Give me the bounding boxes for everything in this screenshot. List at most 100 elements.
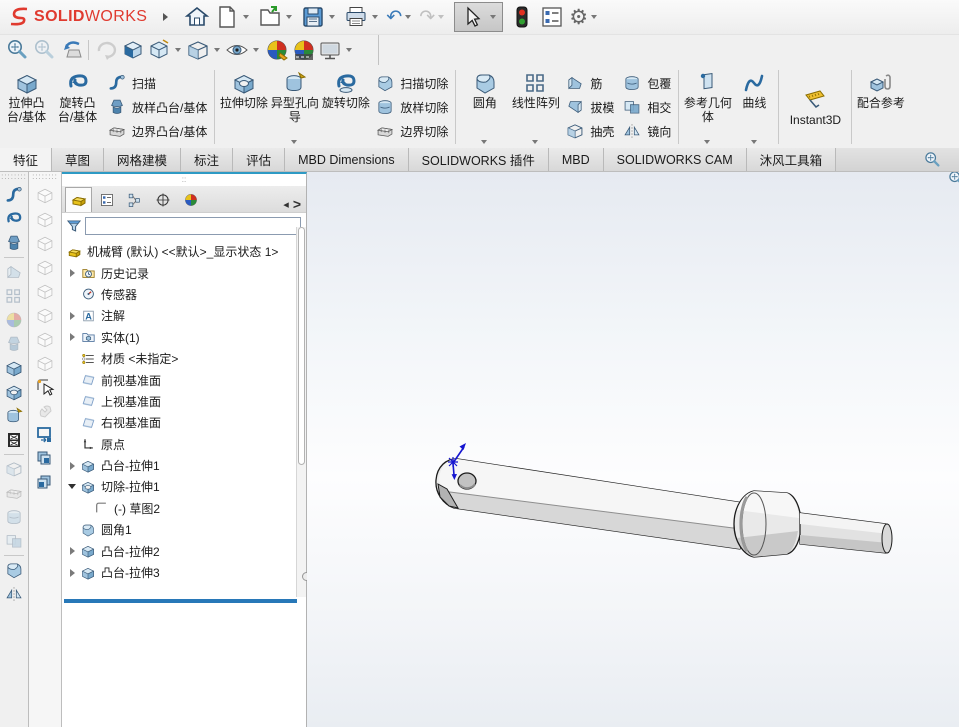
mirror-button[interactable]: 镜向 bbox=[622, 120, 671, 142]
tree-item-sketch2[interactable]: (-) 草图2 bbox=[65, 498, 306, 519]
panel-grip[interactable]: :: bbox=[62, 174, 306, 186]
mate-reference-button[interactable]: 配合参考 bbox=[855, 66, 906, 148]
expander[interactable] bbox=[65, 547, 79, 556]
print-dropdown[interactable] bbox=[372, 15, 379, 19]
tree-item-boss-extrude3[interactable]: 凸台-拉伸3 bbox=[65, 562, 306, 583]
expander[interactable] bbox=[65, 269, 79, 278]
fm-tab-scroll-left[interactable]: ◂ bbox=[283, 198, 289, 211]
tab-mbd[interactable]: MBD bbox=[548, 148, 604, 171]
magnifier-tool-button[interactable] bbox=[923, 148, 943, 171]
undo-button[interactable]: ↶ bbox=[384, 3, 417, 31]
toolbar-mirror-icon[interactable] bbox=[2, 582, 26, 606]
toolbar-revolve-icon[interactable] bbox=[2, 207, 26, 231]
reference-geometry-button[interactable]: 参考几何体 bbox=[682, 66, 733, 148]
linear-pattern-button[interactable]: 线性阵列 bbox=[510, 66, 561, 148]
hole-wizard-button[interactable]: 异型孔向导 bbox=[269, 66, 320, 148]
featuremanager-tab[interactable] bbox=[65, 187, 92, 212]
extruded-cut-button[interactable]: 拉伸切除 bbox=[218, 66, 269, 148]
save-dropdown[interactable] bbox=[329, 15, 336, 19]
tab-evaluate[interactable]: 评估 bbox=[233, 148, 286, 171]
toolbar-grip[interactable]: :::::::: bbox=[1, 173, 27, 181]
view-orientation-dropdown[interactable] bbox=[175, 48, 181, 52]
intersect-button[interactable]: 相交 bbox=[622, 96, 671, 118]
redo-button[interactable]: ↷ bbox=[417, 3, 450, 31]
swept-cut-button[interactable]: 扫描切除 bbox=[375, 72, 448, 94]
tab-sketch[interactable]: 草图 bbox=[52, 148, 105, 171]
displaymanager-tab[interactable] bbox=[177, 187, 204, 212]
hole-wizard-dropdown[interactable] bbox=[291, 140, 298, 144]
select-area-icon[interactable] bbox=[33, 423, 57, 447]
fillet-dropdown[interactable] bbox=[481, 140, 488, 144]
toolbar-fillet-icon[interactable] bbox=[2, 558, 26, 582]
tree-item-fillet1[interactable]: 圆角1 bbox=[65, 519, 306, 540]
graphics-viewport[interactable] bbox=[307, 172, 959, 727]
settings-button[interactable]: ⚙ bbox=[567, 3, 603, 31]
display-style-button[interactable] bbox=[185, 37, 224, 63]
tree-item-origin[interactable]: 原点 bbox=[65, 434, 306, 455]
tab-mufeng-toolbox[interactable]: 沐风工具箱 bbox=[746, 148, 837, 171]
lofted-boss-button[interactable]: 放样凸台/基体 bbox=[107, 96, 207, 118]
expander[interactable] bbox=[65, 461, 79, 470]
toolbar-loft-icon[interactable] bbox=[2, 231, 26, 255]
revolved-boss-button[interactable]: 旋转凸台/基体 bbox=[52, 66, 103, 148]
curves-button[interactable]: 曲线 bbox=[733, 66, 775, 148]
tab-mbd-dimensions[interactable]: MBD Dimensions bbox=[285, 148, 409, 171]
apply-scene-button[interactable] bbox=[290, 37, 317, 63]
tree-filter-input[interactable] bbox=[85, 217, 301, 235]
save-button[interactable] bbox=[298, 3, 341, 31]
tab-solidworks-addins[interactable]: SOLIDWORKS 插件 bbox=[408, 148, 549, 171]
revolved-cut-button[interactable]: 旋转切除 bbox=[320, 66, 371, 148]
tree-item-history[interactable]: 历史记录 bbox=[65, 262, 306, 283]
previous-view-button[interactable] bbox=[58, 37, 85, 63]
tree-root[interactable]: 机械臂 (默认) <<默认>_显示状态 1> bbox=[65, 241, 306, 262]
tab-markup[interactable]: 标注 bbox=[181, 148, 234, 171]
swept-boss-button[interactable]: 扫描 bbox=[107, 72, 207, 94]
expander[interactable] bbox=[65, 333, 79, 342]
display-style-dropdown[interactable] bbox=[214, 48, 220, 52]
magnifier-icon-clipped[interactable] bbox=[947, 172, 959, 189]
expander[interactable] bbox=[65, 311, 79, 320]
tree-scrollbar[interactable] bbox=[296, 227, 306, 597]
home-button[interactable] bbox=[182, 3, 212, 31]
rib-button[interactable]: 筋 bbox=[565, 72, 614, 94]
boundary-boss-button[interactable]: 边界凸台/基体 bbox=[107, 120, 207, 142]
expander[interactable] bbox=[65, 568, 79, 577]
draft-button[interactable]: 拔模 bbox=[565, 96, 614, 118]
fm-tab-scroll-right[interactable]: > bbox=[293, 196, 301, 212]
undo-dropdown[interactable] bbox=[405, 15, 412, 19]
toolbar-grip[interactable]: :::::::: bbox=[32, 173, 58, 181]
rollback-bar[interactable] bbox=[64, 599, 297, 603]
view-orientation-button[interactable] bbox=[146, 37, 185, 63]
toolbar-extrude-icon[interactable] bbox=[2, 356, 26, 380]
stacked-selection-icon-2[interactable] bbox=[33, 471, 57, 495]
tree-item-front-plane[interactable]: 前视基准面 bbox=[65, 369, 306, 390]
dimxpertmanager-tab[interactable] bbox=[149, 187, 176, 212]
select-button[interactable] bbox=[457, 4, 487, 30]
linear-pattern-dropdown[interactable] bbox=[532, 140, 539, 144]
tree-item-right-plane[interactable]: 右视基准面 bbox=[65, 412, 306, 433]
reference-geometry-dropdown[interactable] bbox=[704, 140, 711, 144]
print-button[interactable] bbox=[341, 3, 384, 31]
stacked-selection-icon[interactable] bbox=[33, 447, 57, 471]
instant3d-button[interactable]: Instant3D bbox=[782, 66, 848, 148]
tree-item-boss-extrude2[interactable]: 凸台-拉伸2 bbox=[65, 540, 306, 561]
select-dropdown[interactable] bbox=[490, 15, 497, 19]
toolbar-checkbox-icon[interactable] bbox=[2, 428, 26, 452]
section-view-button[interactable] bbox=[119, 37, 146, 63]
tab-mesh-modeling[interactable]: 网格建模 bbox=[104, 148, 182, 171]
view-settings-button[interactable] bbox=[317, 37, 356, 63]
tab-solidworks-cam[interactable]: SOLIDWORKS CAM bbox=[603, 148, 747, 171]
new-sketch-icon[interactable] bbox=[33, 375, 57, 399]
shell-button[interactable]: 抽壳 bbox=[565, 120, 614, 142]
view-settings-dropdown[interactable] bbox=[346, 48, 352, 52]
configurationmanager-tab[interactable] bbox=[121, 187, 148, 212]
open-dropdown[interactable] bbox=[286, 15, 293, 19]
hide-show-items-button[interactable] bbox=[224, 37, 263, 63]
open-button[interactable] bbox=[255, 3, 298, 31]
tree-item-solid-bodies[interactable]: 实体(1) bbox=[65, 327, 306, 348]
propertymanager-tab[interactable] bbox=[93, 187, 120, 212]
toolbar-hole-icon[interactable] bbox=[2, 404, 26, 428]
new-document-dropdown[interactable] bbox=[243, 15, 250, 19]
extruded-boss-button[interactable]: 拉伸凸台/基体 bbox=[1, 66, 52, 148]
tree-item-boss-extrude1[interactable]: 凸台-拉伸1 bbox=[65, 455, 306, 476]
